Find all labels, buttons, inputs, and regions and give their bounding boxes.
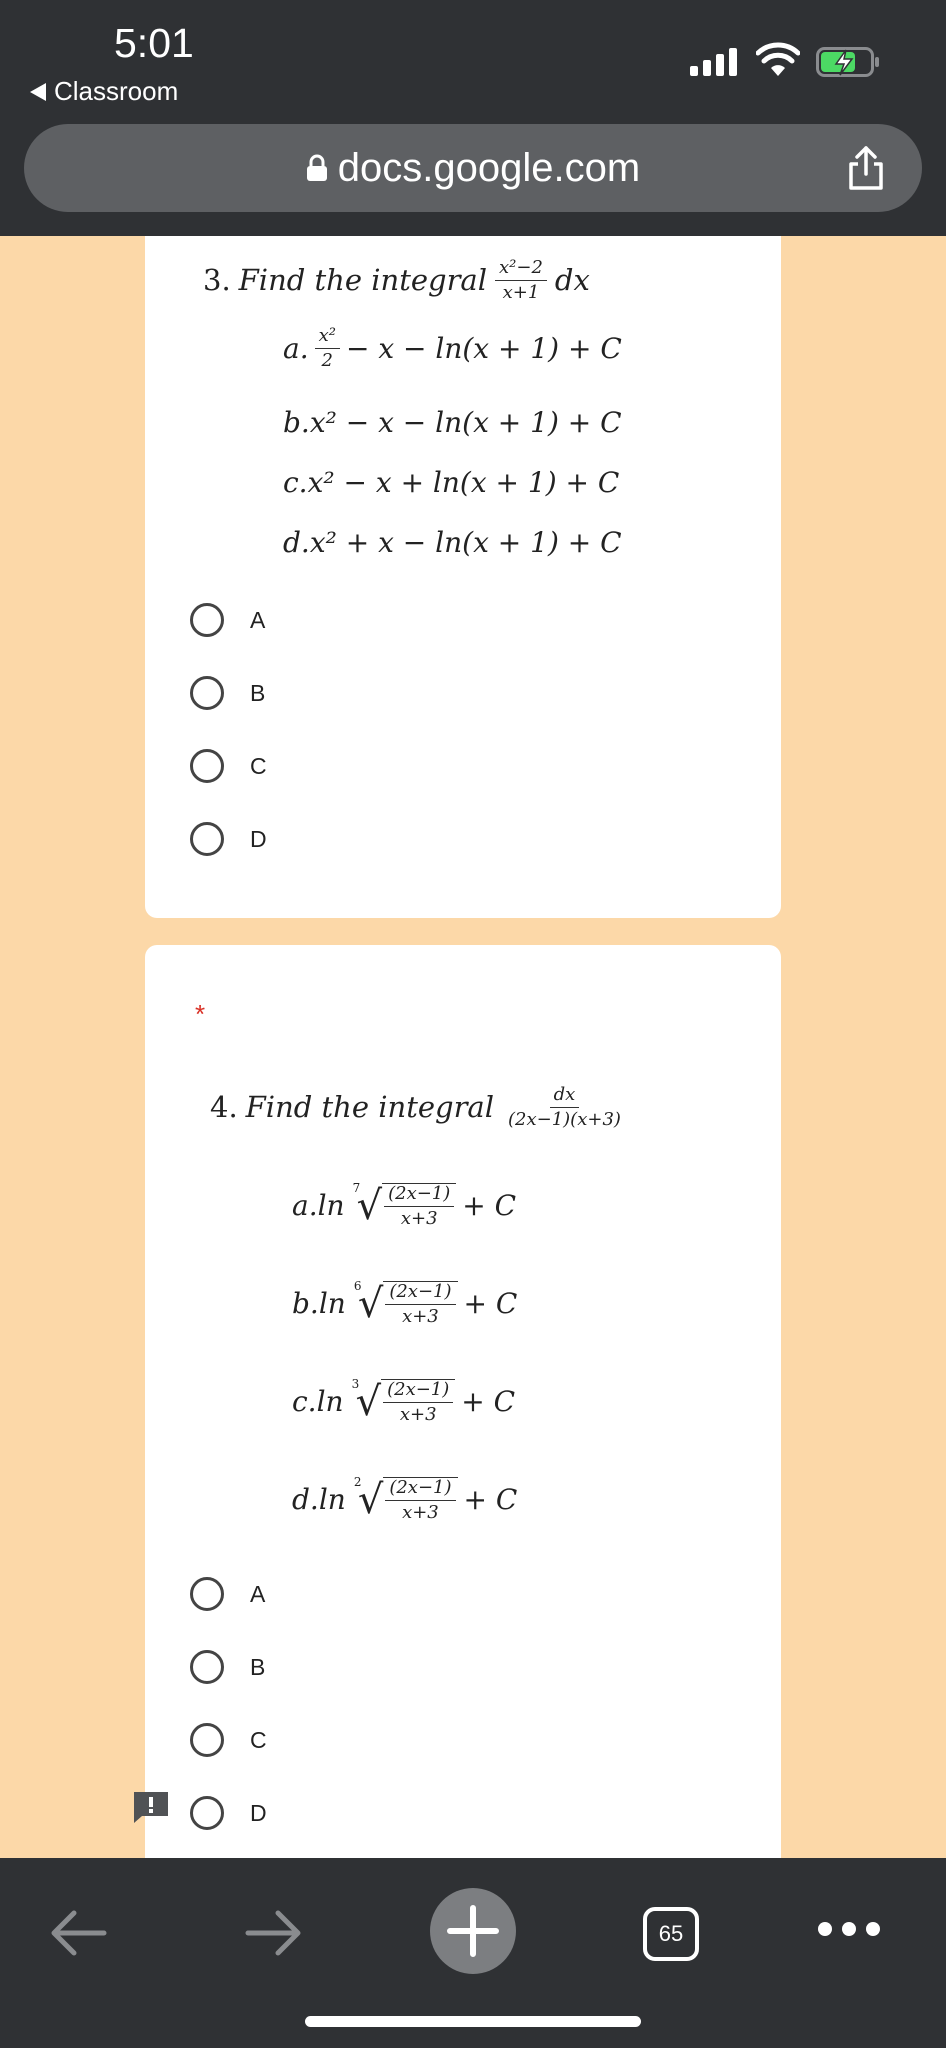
q3-choice-d[interactable]: D <box>190 822 267 856</box>
q3-option-a: a. x² 2 − x − ln(x + 1) + C <box>283 325 622 371</box>
q4-option-a: a. ln 7 √ (2x−1) x+3 + C <box>292 1181 517 1229</box>
lock-icon <box>306 154 327 181</box>
forward-arrow-icon[interactable] <box>244 1908 304 1958</box>
radio-button[interactable] <box>190 1650 224 1684</box>
radio-button[interactable] <box>190 1723 224 1757</box>
report-feedback-icon[interactable] <box>132 1790 170 1824</box>
question-3-card: 3. Find the integral x²−2 x+1 dx a. x² 2 … <box>145 236 781 918</box>
tabs-button[interactable]: 65 <box>643 1907 699 1961</box>
q3-option-b: b. x² − x − ln(x + 1) + C <box>283 406 622 439</box>
q3-option-c: c. x² − x + ln(x + 1) + C <box>283 466 620 499</box>
address-bar[interactable]: docs.google.com <box>24 124 922 212</box>
q4-choice-d[interactable]: D <box>190 1796 267 1830</box>
browser-top-bar: 5:01 Classroom docs.google.com <box>0 0 946 236</box>
q4-option-c: c. ln 3 √ (2x−1) x+3 + C <box>292 1377 516 1425</box>
q4-choice-a[interactable]: A <box>190 1577 265 1611</box>
q3-option-d: d. x² + x − ln(x + 1) + C <box>283 526 622 559</box>
home-indicator <box>305 2016 641 2027</box>
share-icon[interactable] <box>846 144 886 192</box>
q4-integrand: dx (2x−1)(x+3) <box>508 1084 621 1130</box>
radio-button[interactable] <box>190 1577 224 1611</box>
radio-button[interactable] <box>190 1796 224 1830</box>
wifi-icon <box>756 42 800 76</box>
radio-button[interactable] <box>190 676 224 710</box>
plus-icon <box>447 1905 499 1957</box>
radio-button[interactable] <box>190 603 224 637</box>
q3-choice-b[interactable]: B <box>190 676 265 710</box>
q3-integrand: x²−2 x+1 <box>495 258 547 303</box>
battery-charging-icon <box>816 47 879 77</box>
new-tab-button[interactable] <box>430 1888 516 1974</box>
cellular-signal-icon <box>690 46 737 76</box>
status-time: 5:01 <box>114 20 194 66</box>
back-to-classroom-button[interactable]: Classroom <box>30 76 178 107</box>
question-4-card: * 4. Find the integral dx (2x−1)(x+3) a.… <box>145 945 781 1945</box>
radio-button[interactable] <box>190 749 224 783</box>
q3-choice-c[interactable]: C <box>190 749 267 783</box>
back-app-label: Classroom <box>54 76 179 106</box>
q4-choice-c[interactable]: C <box>190 1723 267 1757</box>
question-3-title: 3. Find the integral x²−2 x+1 dx <box>203 257 590 303</box>
q4-option-b: b. ln 6 √ (2x−1) x+3 + C <box>292 1279 518 1327</box>
q4-option-d: d. ln 2 √ (2x−1) x+3 + C <box>292 1475 518 1523</box>
url-text: docs.google.com <box>337 145 641 190</box>
back-arrow-icon[interactable] <box>48 1908 108 1958</box>
radio-button[interactable] <box>190 822 224 856</box>
q4-choice-b[interactable]: B <box>190 1650 265 1684</box>
required-asterisk: * <box>195 999 206 1029</box>
browser-bottom-bar: 65 <box>0 1858 946 2048</box>
question-4-title: 4. Find the integral dx (2x−1)(x+3) <box>210 1084 621 1130</box>
q3-choice-a[interactable]: A <box>190 603 265 637</box>
back-triangle-icon <box>30 82 46 101</box>
more-menu-icon[interactable] <box>818 1922 880 1936</box>
